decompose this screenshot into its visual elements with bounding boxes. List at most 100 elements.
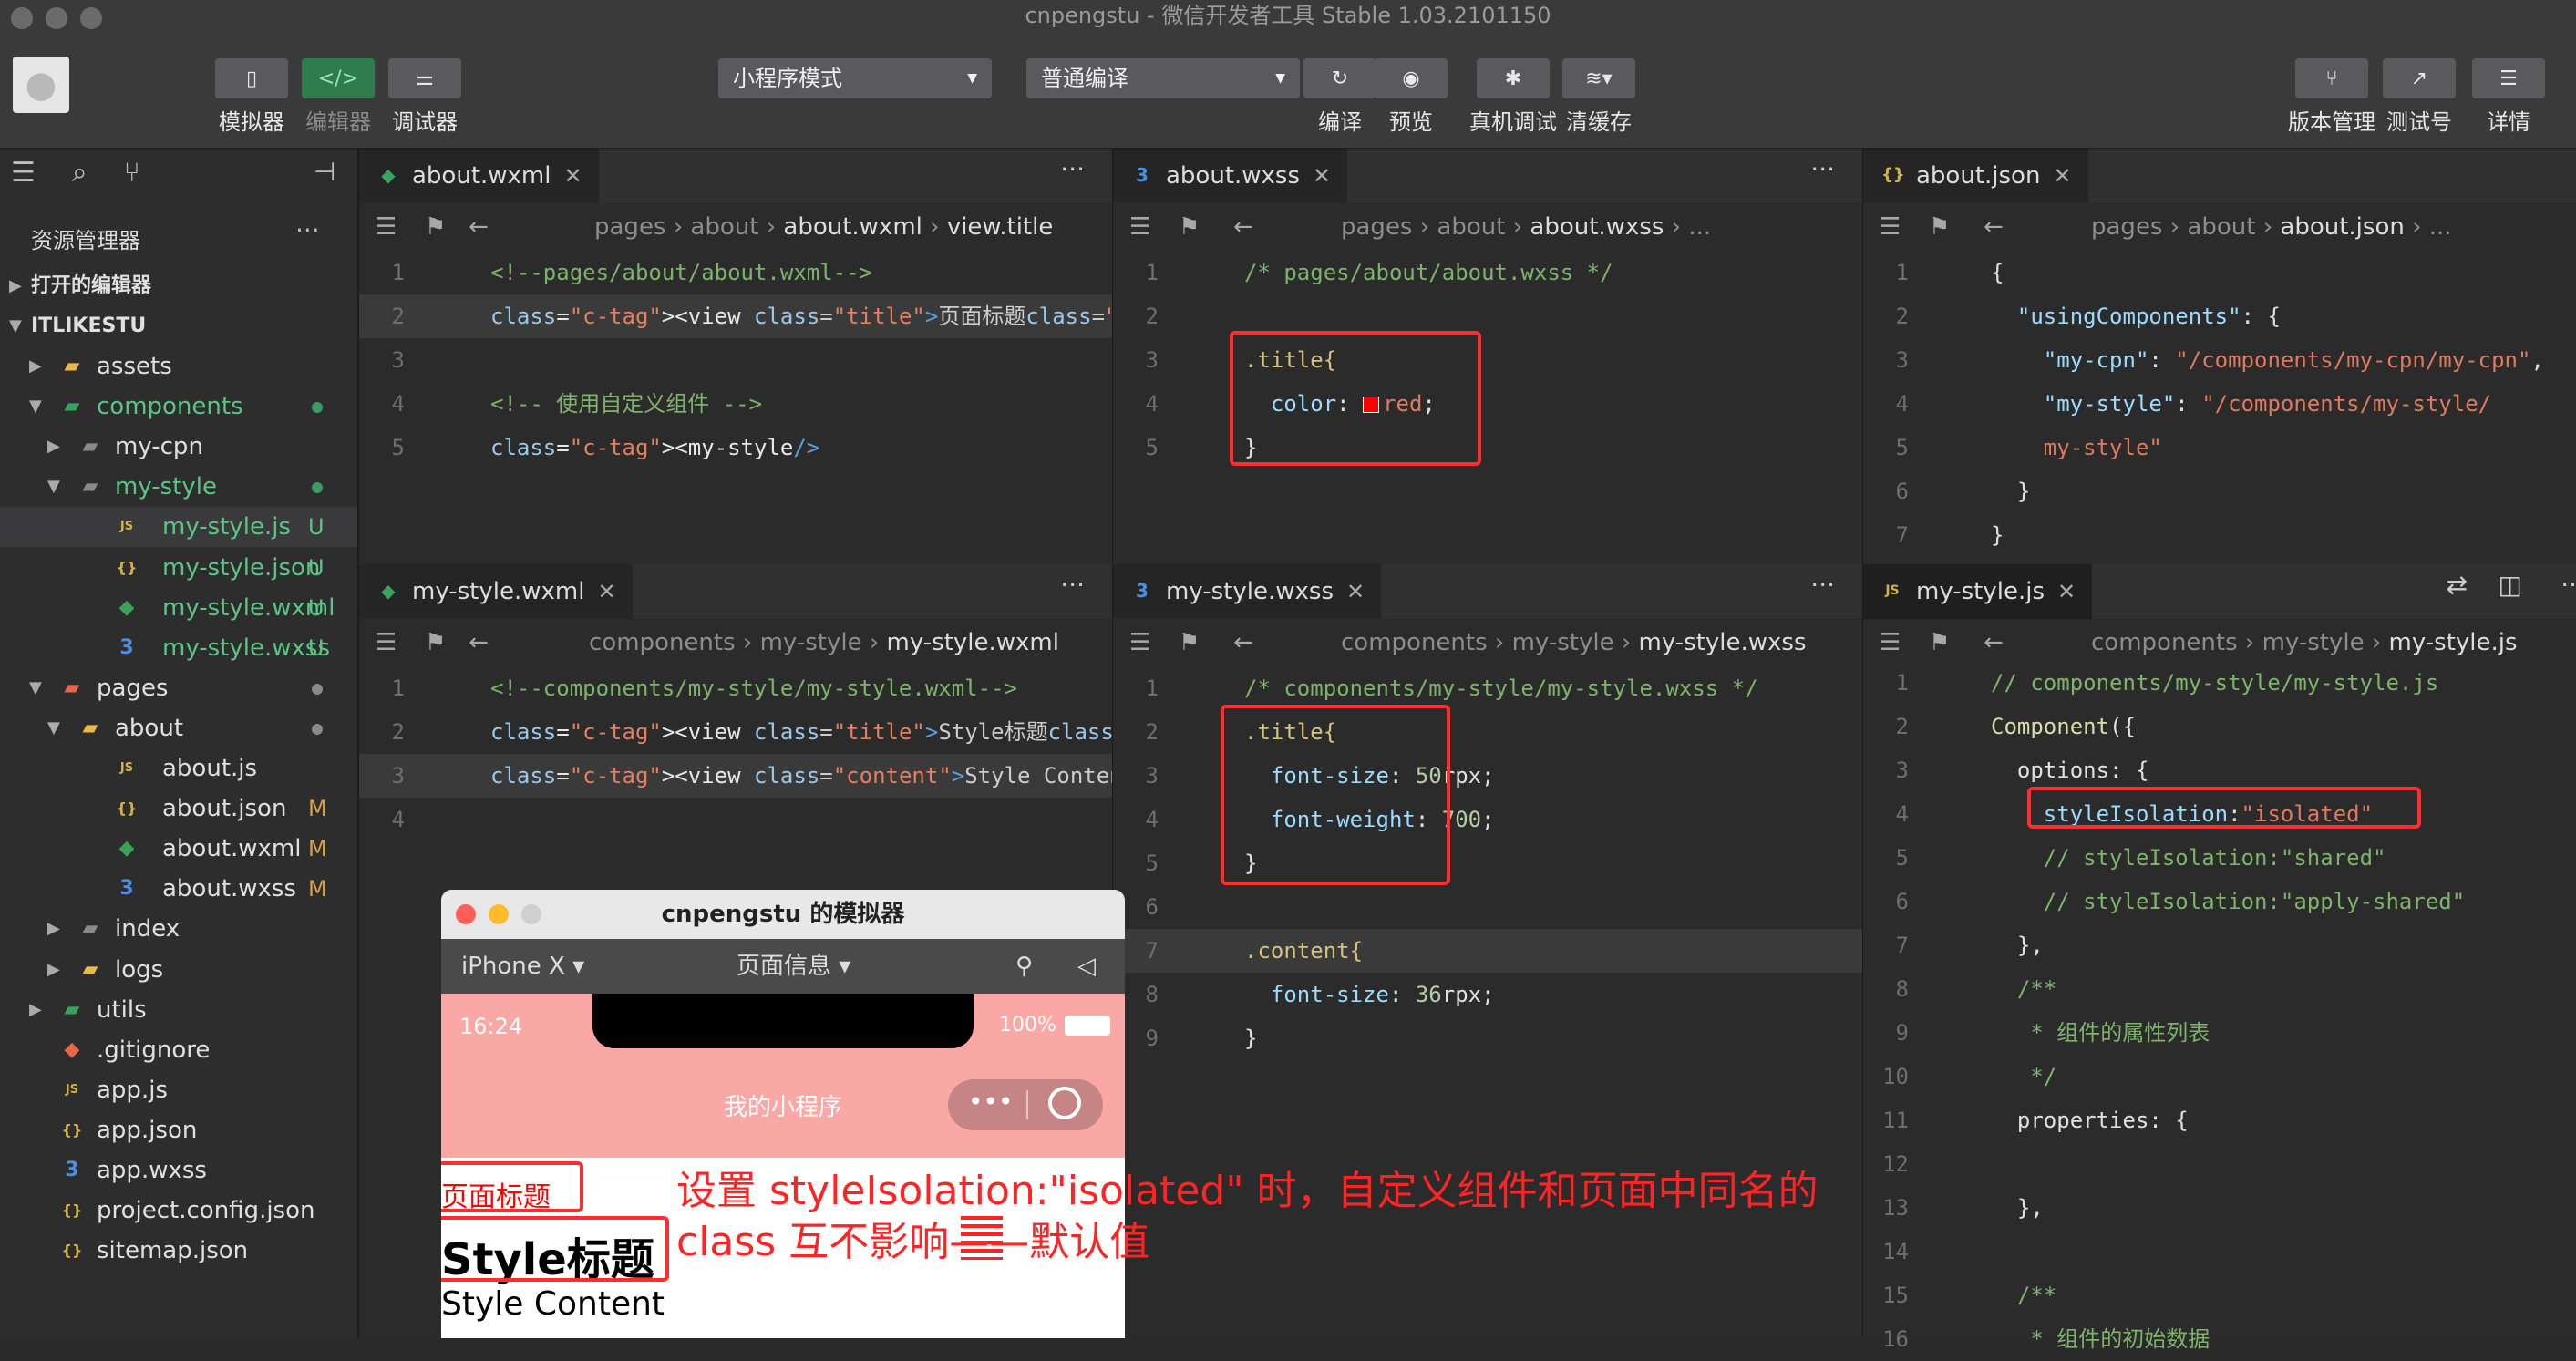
list-icon[interactable]: ☰ (1129, 203, 1150, 251)
arrow-left-icon[interactable]: ← (1984, 619, 2004, 666)
list-icon[interactable]: ☰ (1880, 619, 1901, 666)
close-icon[interactable]: ✕ (563, 163, 582, 189)
code-line[interactable]: 9} (1113, 1016, 1862, 1060)
bookmark-icon[interactable]: ⚑ (1929, 619, 1950, 666)
page-info-select[interactable]: 页面信息 ▾ (737, 939, 850, 994)
code-line[interactable]: 3 (359, 338, 1112, 382)
capsule-menu[interactable]: ••• (948, 1079, 1103, 1130)
close-icon[interactable]: ✕ (1313, 163, 1331, 189)
code-line[interactable]: 13 }, (1863, 1186, 2576, 1230)
tree-item[interactable]: ▶ ▰ assets (0, 346, 357, 387)
arrow-left-icon[interactable]: ← (1233, 203, 1253, 251)
code-line[interactable]: 3 "my-cpn": "/components/my-cpn/my-cpn", (1863, 338, 2576, 382)
tree-item[interactable]: ▼ ▰ my-style (0, 467, 357, 507)
code-line[interactable]: 1 // components/my-style/my-style.js (1863, 661, 2576, 705)
arrow-left-icon[interactable]: ← (1984, 203, 2004, 251)
code-line[interactable]: 3 class="c-tag"><view class="content">Sty… (359, 754, 1413, 798)
arrow-left-icon[interactable]: ← (469, 619, 489, 666)
close-icon[interactable]: ✕ (2057, 579, 2076, 604)
tree-item[interactable]: 3 app.wxss (0, 1150, 357, 1191)
code-line[interactable]: 7 }, (1863, 923, 2576, 967)
tree-item[interactable]: ▶ ▰ logs (0, 950, 357, 990)
more-icon[interactable]: ·· (2561, 570, 2576, 600)
details-button[interactable]: ☰ 详情 (2472, 58, 2545, 136)
tab-my-style-js[interactable]: JS my-style.js ✕ (1863, 564, 2093, 619)
minimize-window-button[interactable] (489, 904, 509, 924)
compare-icon[interactable]: ⇄ (2447, 570, 2468, 600)
bookmark-icon[interactable]: ⚑ (1929, 203, 1950, 251)
tab-about-wxss[interactable]: 3 about.wxss ✕ (1113, 149, 1348, 203)
tree-item[interactable]: ▼ ▰ pages (0, 668, 357, 708)
preview-button[interactable]: ◉ 预览 (1375, 58, 1448, 136)
speaker-icon[interactable]: ◁ (1077, 939, 1096, 994)
code-line[interactable]: 9 * 组件的属性列表 (1863, 1011, 2576, 1055)
tree-item[interactable]: JS my-style.js U (0, 507, 357, 548)
mode-select[interactable]: 小程序模式 ▼ (718, 58, 992, 98)
code-line[interactable]: 4 (359, 798, 1112, 841)
split-editor-icon[interactable]: ◫ (2499, 570, 2522, 600)
code-line[interactable]: 2 "usingComponents": { (1863, 294, 2576, 338)
code-line[interactable]: 2 class="c-tag"><view class="title">Style… (359, 710, 1325, 754)
code-line[interactable]: 1 <!--components/my-style/my-style.wxml--… (359, 666, 1112, 710)
tree-item[interactable]: ▶ ▰ index (0, 909, 357, 949)
list-icon[interactable]: ☰ (376, 619, 397, 666)
tree-item[interactable]: ▼ ▰ components (0, 387, 357, 427)
device-select[interactable]: iPhone X ▾ (461, 939, 584, 994)
code-line[interactable]: 1{ (1863, 251, 2576, 294)
close-icon[interactable]: ✕ (597, 579, 615, 604)
code-line[interactable]: 4 "my-style": "/components/my-style/ (1863, 382, 2576, 426)
code-line[interactable]: 14 (1863, 1230, 2576, 1273)
tree-item[interactable]: {} app.json (0, 1110, 357, 1150)
close-circle-icon[interactable] (1048, 1087, 1081, 1119)
more-dots-icon[interactable]: ••• (968, 1087, 1014, 1117)
tree-item[interactable]: ◆ about.wxml M (0, 829, 357, 869)
bookmark-icon[interactable]: ⚑ (1179, 203, 1200, 251)
code-line[interactable]: 2 class="c-tag"><view class="title">页面标题c… (359, 294, 1303, 338)
code-line[interactable]: 5} (1113, 426, 1862, 469)
more-icon[interactable]: ··· (1060, 154, 1085, 184)
close-window-button[interactable] (456, 904, 476, 924)
list-icon[interactable]: ☰ (1129, 619, 1150, 666)
code-line[interactable]: 1 /* pages/about/about.wxss */ (1113, 251, 1862, 294)
compile-select[interactable]: 普通编译 ▼ (1026, 58, 1300, 98)
code-line[interactable]: 6 (1113, 885, 1862, 929)
zoom-window-button[interactable] (521, 904, 541, 924)
tree-item[interactable]: {} project.config.json (0, 1191, 357, 1231)
code-line[interactable]: 2 Component({ (1863, 705, 2576, 748)
test-id-button[interactable]: ↗ 测试号 (2383, 58, 2456, 136)
tree-item[interactable]: ◆ my-style.wxml U (0, 588, 357, 628)
code-line[interactable]: 3 options: { (1863, 748, 2576, 792)
tree-item[interactable]: JS about.js (0, 748, 357, 789)
code-line[interactable]: 12 (1863, 1142, 2576, 1186)
close-icon[interactable]: ✕ (2053, 163, 2071, 189)
code-line[interactable]: 10 */ (1863, 1055, 2576, 1098)
code-line[interactable]: 4 <!-- 使用自定义组件 --> (359, 382, 1112, 426)
more-icon[interactable]: ··· (1060, 570, 1085, 600)
pin-icon[interactable]: ⚲ (1015, 939, 1033, 994)
clear-cache-button[interactable]: ≋▾ 清缓存 (1562, 58, 1635, 136)
compile-button[interactable]: ↻ 编译 (1303, 58, 1376, 136)
code-line[interactable]: 11 properties: { (1863, 1098, 2576, 1142)
code-line[interactable]: 2 (1113, 294, 1862, 338)
code-line[interactable]: 6 // styleIsolation:"apply-shared" (1863, 880, 2576, 923)
editor-toggle[interactable]: </> 编辑器 (302, 58, 375, 136)
code-line[interactable]: 5 class="c-tag"><my-style/> (359, 426, 1112, 469)
close-icon[interactable]: ✕ (1346, 579, 1365, 604)
tree-item[interactable]: 3 about.wxss M (0, 869, 357, 909)
version-button[interactable]: ⑂ 版本管理 (2288, 58, 2375, 136)
tab-about-wxml[interactable]: ◆ about.wxml ✕ (359, 149, 599, 203)
user-avatar[interactable]: ● (13, 57, 69, 113)
tab-about-json[interactable]: {} about.json ✕ (1863, 149, 2088, 203)
tree-item[interactable]: ▼ ▰ about (0, 708, 357, 748)
list-icon[interactable]: ☰ (376, 203, 397, 251)
source-control-icon[interactable]: ⑂ (124, 157, 140, 189)
code-line[interactable]: 7} (1863, 513, 2576, 557)
tree-item[interactable]: ▶ ▰ my-cpn (0, 427, 357, 467)
code-line[interactable]: 15 /** (1863, 1273, 2576, 1317)
tree-item[interactable]: {} sitemap.json (0, 1231, 357, 1271)
collapse-panel-icon[interactable]: ⊣ (314, 157, 335, 187)
more-icon[interactable]: ··· (1810, 154, 1835, 184)
debugger-toggle[interactable]: ⚌ 调试器 (388, 58, 461, 136)
more-icon[interactable]: ··· (295, 215, 320, 245)
simulator-toggle[interactable]: ▯ 模拟器 (215, 58, 288, 136)
